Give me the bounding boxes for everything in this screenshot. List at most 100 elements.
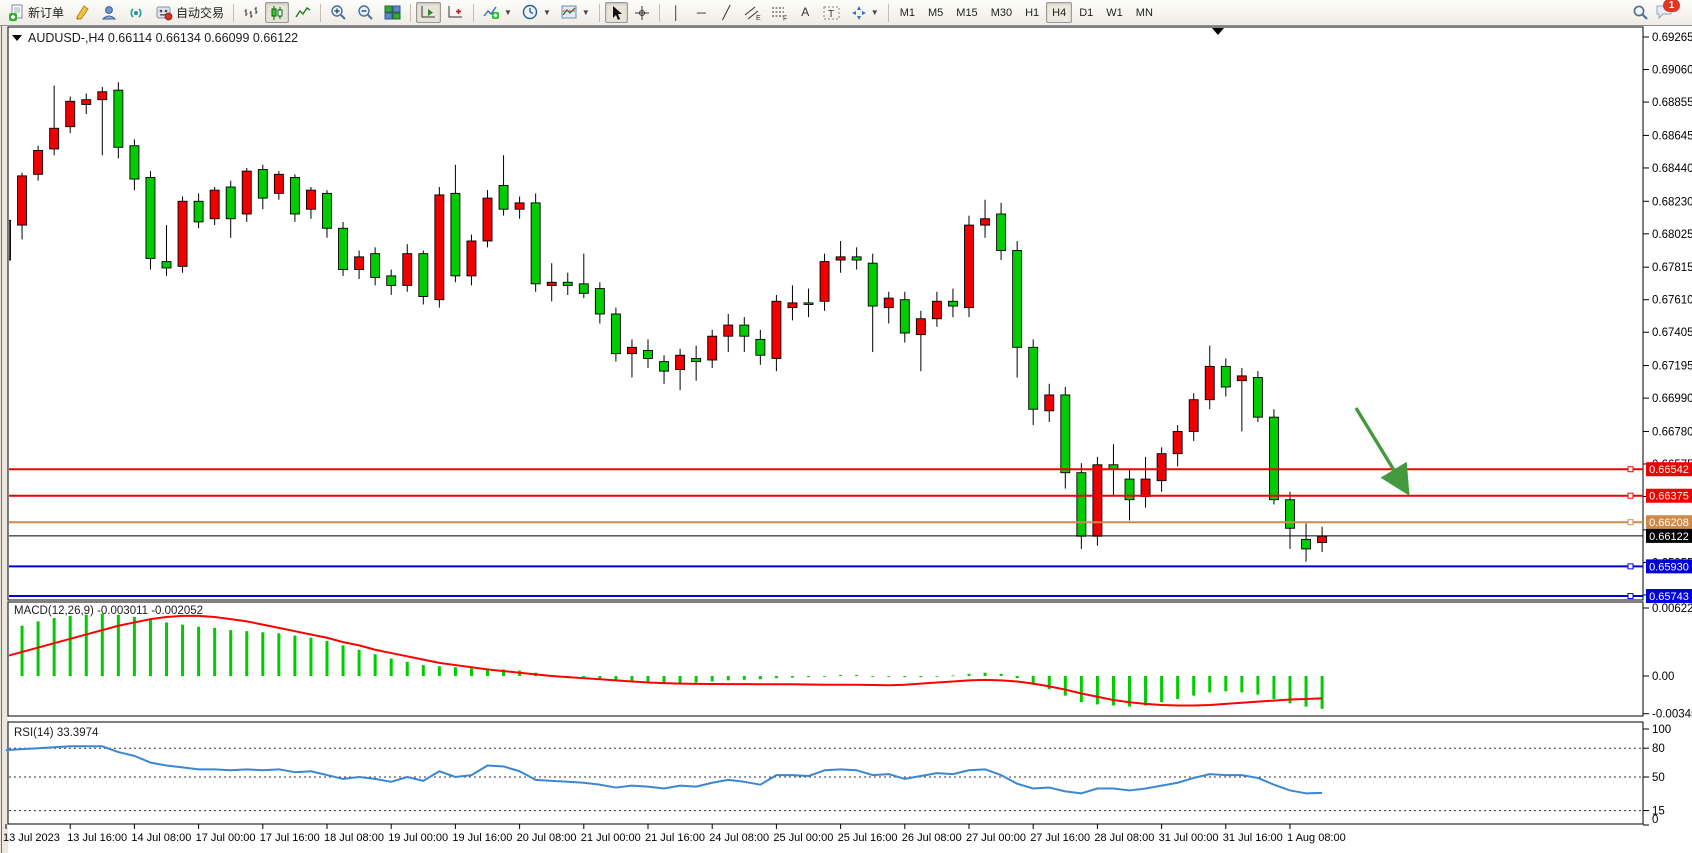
level-handle[interactable] — [1628, 520, 1633, 525]
community-button[interactable] — [97, 2, 122, 23]
clock-icon — [522, 4, 539, 21]
horizontal-line-icon: ─ — [697, 6, 706, 19]
auto-trading-icon — [155, 4, 173, 21]
zoom-in-icon — [330, 4, 347, 21]
chart-title-ohlc: AUDUSD-,H4 0.66114 0.66134 0.66099 0.661… — [28, 31, 298, 45]
time-axis-label: 27 Jul 16:00 — [1030, 832, 1090, 844]
profile-icon — [101, 4, 118, 21]
text-label-icon: T — [823, 5, 841, 21]
label-tool-button[interactable]: T — [819, 2, 845, 23]
indicators-button[interactable]: ▼ — [479, 2, 516, 23]
crosshair-tool-button[interactable] — [630, 2, 654, 23]
rsi-axis-tick: 50 — [1652, 772, 1665, 784]
notifications-button[interactable]: 1 — [1655, 3, 1674, 23]
panel-frame — [8, 27, 1643, 600]
timeframe-button-D1[interactable]: D1 — [1073, 2, 1099, 23]
time-axis-label: 31 Jul 16:00 — [1223, 832, 1283, 844]
timeframe-button-M1[interactable]: M1 — [894, 2, 921, 23]
rsi-axis-tick: 100 — [1652, 724, 1671, 736]
price-axis-tick: 0.67405 — [1652, 327, 1692, 339]
templates-button[interactable]: ▼ — [557, 2, 594, 23]
horizontal-line-tool-button[interactable]: ─ — [690, 2, 713, 23]
vertical-line-tool-button[interactable]: │ — [665, 2, 688, 23]
signal-icon — [128, 4, 145, 21]
cursor-icon — [609, 5, 624, 21]
styles-button[interactable] — [70, 2, 95, 23]
time-axis-label: 21 Jul 00:00 — [581, 832, 641, 844]
signals-button[interactable] — [124, 2, 149, 23]
candlestick-mode-button[interactable] — [265, 2, 289, 23]
channel-tool-button[interactable]: E — [740, 2, 765, 23]
timeframe-button-W1[interactable]: W1 — [1100, 2, 1129, 23]
level-price-label-text: 0.66542 — [1649, 464, 1689, 476]
toolbar-separator — [659, 4, 660, 22]
periods-button[interactable]: ▼ — [518, 2, 555, 23]
timeframe-button-M30[interactable]: M30 — [985, 2, 1018, 23]
time-axis-label: 25 Jul 00:00 — [773, 832, 833, 844]
toolbar: 新订单 自动交易 ▼ ▼ — [0, 0, 1692, 26]
bar-chart-icon — [243, 5, 259, 21]
toolbar-separator — [888, 4, 889, 22]
price-axis-tick: 0.68645 — [1652, 130, 1692, 142]
trendline-tool-button[interactable]: ╱ — [715, 2, 738, 23]
style-crayon-icon — [74, 4, 91, 21]
tile-windows-button[interactable] — [380, 2, 405, 23]
timeframe-button-H4[interactable]: H4 — [1046, 2, 1072, 23]
dropdown-caret-icon: ▼ — [871, 8, 879, 17]
fibonacci-icon: F — [771, 5, 788, 21]
crosshair-icon — [634, 5, 650, 21]
cursor-tool-button[interactable] — [605, 2, 628, 23]
text-tool-button[interactable]: A — [794, 2, 817, 23]
auto-scroll-button[interactable] — [416, 2, 441, 23]
price-axis-tick: 0.67815 — [1652, 262, 1692, 274]
line-chart-icon — [295, 5, 311, 21]
toolbar-separator — [599, 4, 600, 22]
time-axis-label: 17 Jul 16:00 — [260, 832, 320, 844]
time-axis-label: 19 Jul 00:00 — [388, 832, 448, 844]
svg-text:F: F — [783, 15, 787, 21]
toolbar-separator — [233, 4, 234, 22]
rsi-axis-tick: 0 — [1652, 814, 1658, 826]
toolbar-separator — [473, 4, 474, 22]
line-chart-mode-button[interactable] — [291, 2, 315, 23]
indicators-icon — [483, 4, 500, 21]
time-axis-label: 1 Aug 08:00 — [1287, 832, 1346, 844]
search-button[interactable] — [1628, 2, 1653, 23]
arrows-icon — [851, 5, 867, 21]
level-handle[interactable] — [1628, 594, 1633, 599]
time-axis-label: 28 Jul 08:00 — [1094, 832, 1154, 844]
auto-trading-button[interactable]: 自动交易 — [151, 2, 228, 23]
price-axis-tick: 0.68025 — [1652, 229, 1692, 241]
chart-shift-icon — [447, 4, 464, 21]
new-order-button[interactable]: 新订单 — [4, 2, 68, 23]
fibonacci-tool-button[interactable]: F — [767, 2, 792, 23]
svg-text:E: E — [756, 15, 761, 21]
bar-chart-mode-button[interactable] — [239, 2, 263, 23]
tile-windows-icon — [384, 4, 401, 21]
macd-label: MACD(12,26,9) -0.003011 -0.002052 — [14, 605, 203, 617]
price-axis-tick: 0.68230 — [1652, 196, 1692, 208]
zoom-out-button[interactable] — [353, 2, 378, 23]
price-axis-tick: 0.66780 — [1652, 426, 1692, 438]
level-price-label-text: 0.65743 — [1649, 591, 1689, 603]
text-icon: A — [801, 6, 809, 19]
time-axis-label: 17 Jul 00:00 — [196, 832, 256, 844]
time-axis-label: 31 Jul 00:00 — [1159, 832, 1219, 844]
level-price-label-text: 0.66375 — [1649, 491, 1689, 503]
timeframe-button-H1[interactable]: H1 — [1019, 2, 1045, 23]
chart-shift-button[interactable] — [443, 2, 468, 23]
zoom-in-button[interactable] — [326, 2, 351, 23]
time-axis-label: 13 Jul 2023 — [3, 832, 60, 844]
timeframe-button-M5[interactable]: M5 — [922, 2, 949, 23]
level-price-label-text: 0.65930 — [1649, 561, 1689, 573]
arrows-tool-button[interactable]: ▼ — [847, 2, 883, 23]
level-handle[interactable] — [1628, 564, 1633, 569]
level-handle[interactable] — [1628, 493, 1633, 498]
search-icon — [1632, 4, 1649, 21]
svg-text:T: T — [828, 9, 834, 20]
timeframe-button-M15[interactable]: M15 — [950, 2, 983, 23]
level-handle[interactable] — [1628, 467, 1633, 472]
timeframe-button-MN[interactable]: MN — [1130, 2, 1159, 23]
trendline-icon: ╱ — [722, 6, 730, 19]
chart-canvas[interactable]: 0.692650.690600.688550.686450.684400.682… — [0, 0, 1692, 853]
